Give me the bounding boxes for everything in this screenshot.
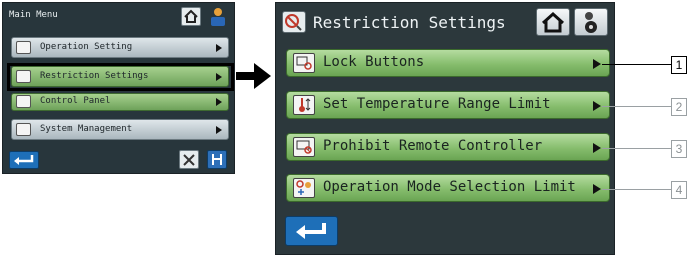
main-menu-title: Main Menu — [9, 10, 58, 20]
service-button[interactable] — [207, 150, 227, 169]
return-arrow-icon — [14, 155, 34, 165]
tools-icon — [183, 154, 195, 166]
home-icon — [541, 11, 565, 33]
callout-label: 4 — [671, 181, 687, 199]
back-button[interactable] — [285, 216, 338, 246]
callout-line — [602, 64, 671, 65]
user-settings-button[interactable] — [207, 7, 229, 27]
menu-item-operation-mode-selection-limit[interactable]: Operation Mode Selection Limit — [286, 174, 610, 202]
menu-item-label: Set Temperature Range Limit — [323, 96, 551, 112]
menu-item-system-management[interactable]: System Management — [11, 119, 229, 140]
main-menu-panel: Main Menu Operation Setting Restriction … — [2, 2, 235, 174]
control-panel-icon — [16, 95, 31, 108]
chevron-right-icon — [216, 44, 222, 52]
menu-item-control-panel[interactable]: Control Panel — [11, 93, 229, 111]
selected-item-highlight — [7, 63, 234, 91]
menu-item-set-temperature-range-limit[interactable]: Set Temperature Range Limit — [286, 91, 610, 119]
restriction-settings-panel: Restriction Settings Lock Buttons Set Te… — [275, 2, 615, 255]
mode-limit-icon — [293, 178, 315, 198]
menu-item-label: Lock Buttons — [323, 54, 425, 70]
home-button[interactable] — [181, 7, 201, 26]
wrench-icon — [212, 154, 222, 165]
prohibit-remote-icon — [293, 137, 315, 157]
menu-item-lock-buttons[interactable]: Lock Buttons — [286, 49, 610, 77]
home-button[interactable] — [536, 8, 570, 36]
callout-line — [602, 189, 671, 190]
chevron-right-icon — [593, 143, 601, 153]
callout-label: 1 — [671, 56, 687, 74]
chevron-right-icon — [216, 98, 222, 106]
callout-label: 2 — [671, 98, 687, 116]
menu-item-label: Control Panel — [40, 96, 111, 106]
tools-button[interactable] — [179, 150, 199, 169]
system-management-icon — [16, 123, 31, 136]
callout-line — [602, 106, 671, 107]
page-title: Restriction Settings — [313, 13, 506, 32]
menu-item-label: Operation Mode Selection Limit — [323, 179, 576, 195]
user-settings-button[interactable] — [574, 8, 608, 36]
callout-label: 3 — [671, 140, 687, 158]
return-arrow-icon — [296, 223, 326, 239]
navigation-arrow-icon — [236, 63, 271, 89]
user-settings-icon — [211, 8, 225, 26]
chevron-right-icon — [593, 101, 601, 111]
home-icon — [184, 9, 198, 23]
chevron-right-icon — [216, 126, 222, 134]
restriction-settings-icon — [282, 11, 306, 33]
chevron-right-icon — [593, 184, 601, 194]
menu-item-operation-setting[interactable]: Operation Setting — [11, 37, 229, 58]
chevron-right-icon — [593, 59, 601, 69]
menu-item-prohibit-remote-controller[interactable]: Prohibit Remote Controller — [286, 133, 610, 161]
menu-item-label: Prohibit Remote Controller — [323, 138, 543, 154]
thermometer-icon — [293, 95, 315, 115]
back-button[interactable] — [9, 151, 39, 169]
menu-item-label: System Management — [40, 124, 133, 134]
callout-line — [602, 148, 671, 149]
operation-setting-icon — [16, 41, 31, 54]
lock-buttons-icon — [293, 53, 315, 73]
main-menu-header: Main Menu — [3, 3, 234, 31]
main-menu-footer — [3, 147, 234, 173]
user-settings-icon — [585, 12, 597, 33]
menu-item-label: Operation Setting — [40, 42, 133, 52]
